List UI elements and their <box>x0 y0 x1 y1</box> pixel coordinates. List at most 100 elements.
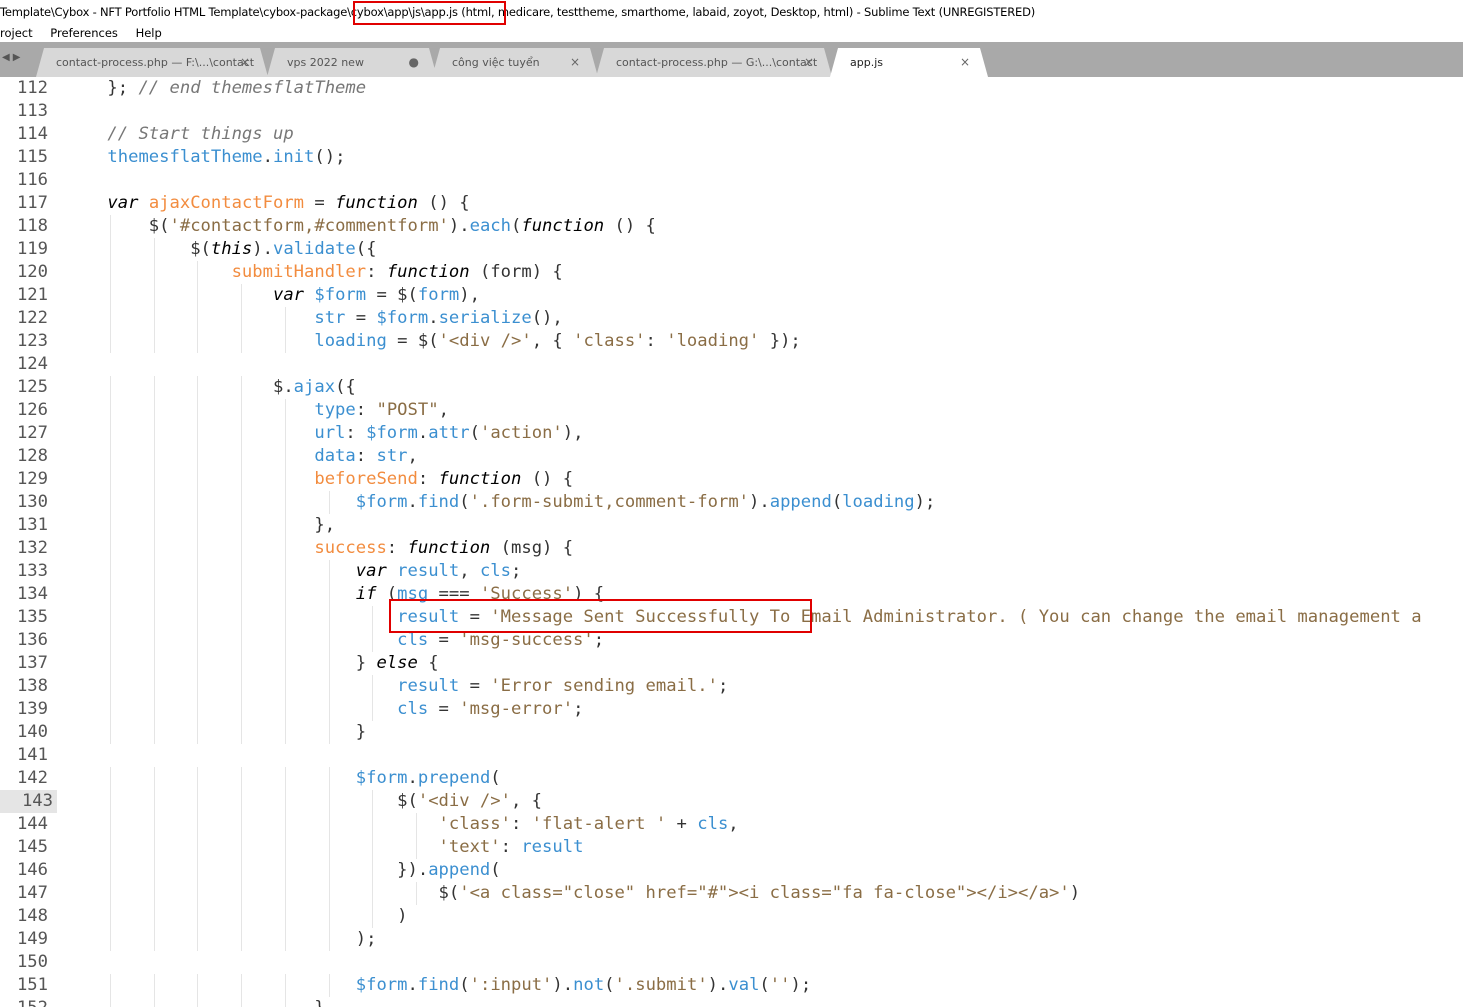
code-token: . <box>262 147 273 167</box>
code-token: ( <box>604 975 615 995</box>
code-text: }).append( <box>66 859 501 882</box>
line-number: 120 <box>16 262 48 282</box>
code-token: $form <box>366 423 418 443</box>
code-line[interactable]: 133 var result, cls; <box>0 560 1463 583</box>
code-line[interactable]: 141 <box>0 744 1463 767</box>
code-token: $form <box>355 975 408 995</box>
code-line[interactable]: 123 loading = $('<div />', { 'class': 'l… <box>0 330 1463 353</box>
code-line[interactable]: 140 } <box>0 721 1463 744</box>
code-line[interactable]: 121 var $form = $(form), <box>0 284 1463 307</box>
tab-vps-2022-new[interactable]: vps 2022 new ● <box>267 48 437 77</box>
code-editor[interactable]: 112 }; // end themesflatTheme 113 114 // S… <box>0 77 1463 1007</box>
code-line[interactable]: 122 str = $form.serialize(), <box>0 307 1463 330</box>
line-number: 129 <box>16 469 48 489</box>
code-token: }). <box>397 860 429 880</box>
code-line[interactable]: 145 'text': result <box>0 836 1463 859</box>
code-token: val <box>728 975 760 995</box>
unsaved-dot-icon[interactable]: ● <box>409 48 419 77</box>
close-icon[interactable]: × <box>960 48 970 77</box>
tab-contact-process-g[interactable]: contact-process.php — G:\...\contact × <box>596 48 832 77</box>
code-token: find <box>417 492 460 512</box>
code-token: ; <box>593 630 605 650</box>
line-number: 141 <box>16 745 48 765</box>
code-line[interactable]: 120 submitHandler: function (form) { <box>0 261 1463 284</box>
code-token: ajax <box>293 377 336 397</box>
code-line[interactable]: 113 <box>0 100 1463 123</box>
tab-contact-process-f[interactable]: contact-process.php — F:\...\contact × <box>36 48 268 77</box>
code-token: // end themesflatTheme <box>138 78 367 98</box>
code-line[interactable]: 128 data: str, <box>0 445 1463 468</box>
code-line[interactable]: 119 $(this).validate({ <box>0 238 1463 261</box>
tab-label: công việc tuyển <box>452 56 540 69</box>
code-text: cls = 'msg-error'; <box>66 698 583 721</box>
line-number: 127 <box>16 423 48 443</box>
menu-help[interactable]: Help <box>136 24 162 42</box>
code-token: cls <box>479 561 511 581</box>
code-line[interactable]: 137 } else { <box>0 652 1463 675</box>
code-token: 'msg-error' <box>459 699 574 719</box>
menu-preferences[interactable]: Preferences <box>50 24 118 42</box>
close-icon[interactable]: × <box>240 48 250 77</box>
code-line[interactable]: 126 type: "POST", <box>0 399 1463 422</box>
code-token: beforeSend <box>314 469 418 489</box>
code-token: ; <box>511 561 522 581</box>
code-token: 'class' <box>573 331 646 351</box>
code-line[interactable]: 144 'class': 'flat-alert ' + cls, <box>0 813 1463 836</box>
code-line[interactable]: 149 ); <box>0 928 1463 951</box>
line-number: 117 <box>16 193 48 213</box>
tab-bar: ◀▶ contact-process.php — F:\...\contact … <box>0 42 1463 77</box>
code-text: }, <box>66 514 335 537</box>
code-line[interactable]: 139 cls = 'msg-error'; <box>0 698 1463 721</box>
code-line[interactable]: 146 }).append( <box>0 859 1463 882</box>
code-line[interactable]: 143 $('<div />', { <box>0 790 1463 813</box>
line-number: 142 <box>16 768 48 788</box>
code-line[interactable]: 114 // Start things up <box>0 123 1463 146</box>
code-token: ). <box>552 975 574 995</box>
close-icon[interactable]: × <box>804 48 814 77</box>
code-token: cls <box>397 699 429 719</box>
code-line[interactable]: 125 $.ajax({ <box>0 376 1463 399</box>
code-line[interactable]: 118 $('#contactform,#commentform').each(… <box>0 215 1463 238</box>
code-line[interactable]: 117 var ajaxContactForm = function () { <box>0 192 1463 215</box>
code-line[interactable]: 152 } <box>0 997 1463 1007</box>
code-line[interactable]: 131 }, <box>0 514 1463 537</box>
code-line[interactable]: 147 $('<a class="close" href="#"><i clas… <box>0 882 1463 905</box>
line-number: 135 <box>16 607 48 627</box>
tab-scroll-arrows-icon[interactable]: ◀▶ <box>2 52 23 63</box>
code-line[interactable]: 142 $form.prepend( <box>0 767 1463 790</box>
menu-project[interactable]: roject <box>0 24 33 42</box>
code-token: '#contactform,#commentform' <box>169 216 449 236</box>
code-token: : <box>510 814 532 834</box>
code-line[interactable]: 138 result = 'Error sending email.'; <box>0 675 1463 698</box>
code-token: ; <box>573 699 584 719</box>
code-line[interactable]: 148 ) <box>0 905 1463 928</box>
code-line[interactable]: 124 <box>0 353 1463 376</box>
code-token: function <box>335 193 418 213</box>
tab-app-js[interactable]: app.js × <box>830 48 988 77</box>
code-text: $form.prepend( <box>66 767 501 790</box>
code-line[interactable]: 151 $form.find(':input').not('.submit').… <box>0 974 1463 997</box>
code-line[interactable]: 129 beforeSend: function () { <box>0 468 1463 491</box>
code-line[interactable]: 130 $form.find('.form-submit,comment-for… <box>0 491 1463 514</box>
code-line[interactable]: 132 success: function (msg) { <box>0 537 1463 560</box>
code-line[interactable]: 150 <box>0 951 1463 974</box>
code-line[interactable]: 116 <box>0 169 1463 192</box>
annotation-box-path <box>353 1 506 25</box>
code-line[interactable]: 127 url: $form.attr('action'), <box>0 422 1463 445</box>
tab-cong-viec-tuyen[interactable]: công việc tuyển × <box>432 48 598 77</box>
code-line[interactable]: 115 themesflatTheme.init(); <box>0 146 1463 169</box>
code-line[interactable]: 112 }; // end themesflatTheme <box>0 77 1463 100</box>
close-icon[interactable]: × <box>570 48 580 77</box>
